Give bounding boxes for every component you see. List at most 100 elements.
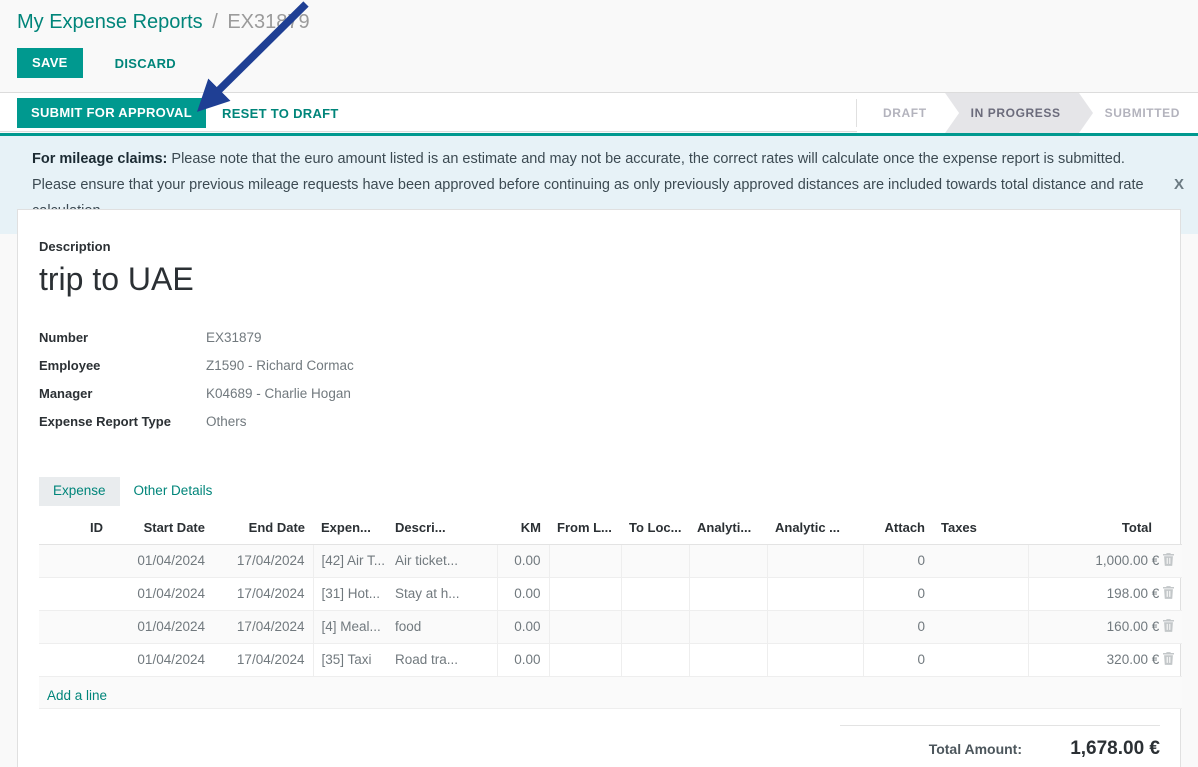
column-header-attach[interactable]: Attach: [863, 516, 933, 545]
cell-id: [39, 577, 111, 611]
status-notch-icon: [856, 93, 871, 133]
details-field-group: Number EX31879 Employee Z1590 - Richard …: [39, 330, 1160, 442]
submit-for-approval-button[interactable]: SUBMIT FOR APPROVAL: [17, 98, 206, 128]
expense-lines-table: ID Start Date End Date Expen... Descri..…: [39, 516, 1182, 677]
save-button[interactable]: SAVE: [17, 48, 83, 78]
cell-total: 160.00 €: [1028, 610, 1182, 644]
field-value: Z1590 - Richard Cormac: [206, 358, 354, 373]
cell-km: 0.00: [497, 643, 550, 677]
cell-description: Air ticket...: [387, 544, 498, 578]
table-body: 01/04/2024 17/04/2024 [42] Air T... Air …: [39, 544, 1182, 677]
cell-to-location: [621, 610, 690, 644]
cell-analytic-1: [689, 577, 768, 611]
table-row[interactable]: 01/04/2024 17/04/2024 [4] Meal... food 0…: [39, 610, 1182, 644]
add-line-row: Add a line: [39, 677, 1182, 709]
column-header-analytic-2[interactable]: Analytic ...: [767, 516, 863, 545]
description-label: Description: [39, 239, 111, 254]
column-header-analytic-1[interactable]: Analyti...: [689, 516, 767, 545]
cell-end-date: 17/04/2024: [213, 577, 314, 611]
discard-button[interactable]: DISCARD: [109, 56, 182, 71]
expense-report-card: Description trip to UAE Number EX31879 E…: [17, 209, 1182, 767]
cell-analytic-2: [767, 610, 864, 644]
trash-icon[interactable]: [1163, 553, 1174, 566]
status-chevron-icon: [944, 93, 959, 133]
cell-end-date: 17/04/2024: [213, 643, 314, 677]
status-stage-in-progress[interactable]: IN PROGRESS: [944, 93, 1093, 133]
field-label: Employee: [39, 358, 101, 373]
cell-from-location: [549, 544, 622, 578]
field-value: EX31879: [206, 330, 262, 345]
breadcrumb-separator: /: [212, 11, 218, 33]
cell-analytic-1: [689, 544, 768, 578]
column-header-to-location[interactable]: To Loc...: [621, 516, 689, 545]
table-row[interactable]: 01/04/2024 17/04/2024 [35] Taxi Road tra…: [39, 643, 1182, 677]
cell-expense-type: [4] Meal...: [313, 610, 387, 644]
cell-start-date: 01/04/2024: [111, 610, 213, 644]
status-stage-submitted[interactable]: SUBMITTED: [1078, 93, 1198, 133]
cell-taxes: [933, 610, 1029, 644]
cell-analytic-2: [767, 643, 864, 677]
cell-analytic-1: [689, 610, 768, 644]
cell-taxes: [933, 544, 1029, 578]
column-header-total[interactable]: Total: [1028, 516, 1182, 545]
page-title[interactable]: trip to UAE: [39, 260, 1160, 298]
close-icon[interactable]: X: [1168, 176, 1190, 193]
detail-tabs: Expense Other Details: [39, 475, 1160, 507]
cell-analytic-2: [767, 577, 864, 611]
cell-from-location: [549, 610, 622, 644]
table-row[interactable]: 01/04/2024 17/04/2024 [31] Hot... Stay a…: [39, 577, 1182, 611]
table-row[interactable]: 01/04/2024 17/04/2024 [42] Air T... Air …: [39, 544, 1182, 578]
column-header-id[interactable]: ID: [39, 516, 111, 545]
column-header-expense-type[interactable]: Expen...: [313, 516, 387, 545]
cell-id: [39, 643, 111, 677]
column-header-start-date[interactable]: Start Date: [111, 516, 213, 545]
column-header-end-date[interactable]: End Date: [213, 516, 313, 545]
total-amount-value: 1,678.00 €: [1070, 738, 1160, 759]
breadcrumb-current: EX31879: [227, 11, 310, 33]
field-value: Others: [206, 414, 247, 429]
cell-to-location: [621, 577, 690, 611]
reset-to-draft-button[interactable]: RESET TO DRAFT: [216, 106, 345, 121]
column-header-description[interactable]: Descri...: [387, 516, 497, 545]
status-stage-draft[interactable]: DRAFT: [856, 93, 959, 133]
save-discard-bar: SAVE DISCARD: [17, 48, 182, 78]
field-label: Manager: [39, 386, 93, 401]
field-row-number: Number EX31879: [39, 330, 1160, 358]
cell-taxes: [933, 577, 1029, 611]
tab-expense[interactable]: Expense: [39, 476, 120, 506]
cell-km: 0.00: [497, 610, 550, 644]
total-amount-label: Total Amount:: [928, 741, 1022, 757]
cell-expense-type: [42] Air T...: [313, 544, 387, 578]
cell-description: Road tra...: [387, 643, 498, 677]
action-toolbar: SUBMIT FOR APPROVAL RESET TO DRAFT DRAFT…: [0, 92, 1198, 133]
cell-km: 0.00: [497, 544, 550, 578]
cell-start-date: 01/04/2024: [111, 643, 213, 677]
trash-icon[interactable]: [1163, 586, 1174, 599]
alert-lead: For mileage claims:: [32, 151, 168, 167]
cell-to-location: [621, 643, 690, 677]
cell-total: 198.00 €: [1028, 577, 1182, 611]
column-header-from-location[interactable]: From L...: [549, 516, 621, 545]
cell-total: 1,000.00 €: [1028, 544, 1182, 578]
cell-total-value: 160.00 €: [1106, 619, 1160, 634]
field-label: Expense Report Type: [39, 414, 171, 429]
breadcrumb: My Expense Reports / EX31879: [17, 9, 310, 35]
status-stage-label: IN PROGRESS: [970, 106, 1061, 120]
cell-id: [39, 610, 111, 644]
column-header-taxes[interactable]: Taxes: [933, 516, 1028, 545]
trash-icon[interactable]: [1163, 652, 1174, 665]
cell-total: 320.00 €: [1028, 643, 1182, 677]
cell-total-value: 1,000.00 €: [1095, 553, 1160, 568]
cell-description: Stay at h...: [387, 577, 498, 611]
field-row-expense-report-type: Expense Report Type Others: [39, 414, 1160, 442]
totals-separator: [840, 725, 1160, 726]
cell-attach: 0: [863, 577, 933, 611]
add-a-line-button[interactable]: Add a line: [47, 688, 107, 703]
cell-attach: 0: [863, 610, 933, 644]
column-header-km[interactable]: KM: [497, 516, 549, 545]
tab-other-details[interactable]: Other Details: [120, 477, 227, 506]
trash-icon[interactable]: [1163, 619, 1174, 632]
breadcrumb-root-link[interactable]: My Expense Reports: [17, 11, 203, 33]
cell-end-date: 17/04/2024: [213, 544, 314, 578]
field-row-manager: Manager K04689 - Charlie Hogan: [39, 386, 1160, 414]
